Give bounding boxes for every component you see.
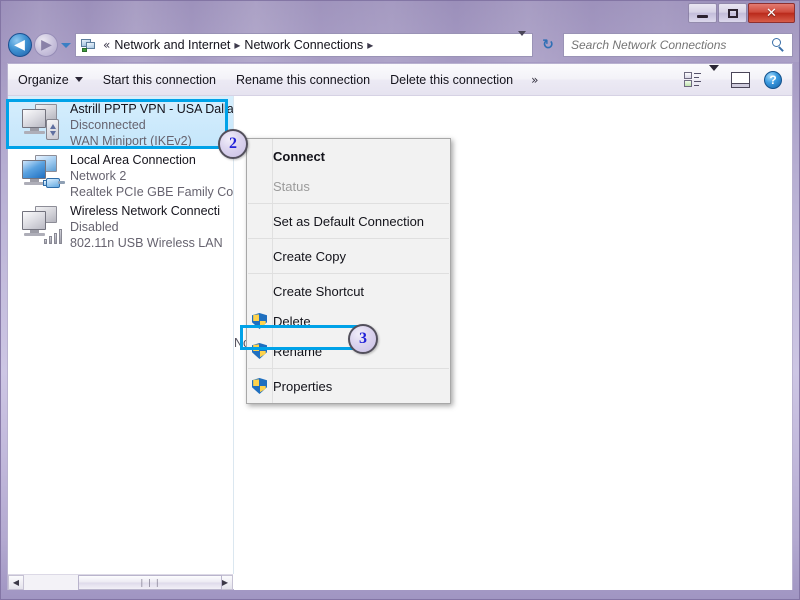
right-arrow-icon: ▶ — [221, 578, 229, 587]
search-icon[interactable] — [772, 38, 786, 52]
context-menu[interactable]: Connect Status Set as Default Connection… — [246, 138, 451, 404]
annotation-badge-3: 3 — [348, 324, 378, 354]
refresh-icon: ↻ — [542, 37, 554, 53]
back-button[interactable]: ◀ — [8, 33, 32, 57]
minimize-button[interactable] — [688, 3, 717, 23]
recent-locations-button[interactable] — [60, 40, 71, 51]
command-toolbar: Organize Start this connection Rename th… — [8, 64, 792, 96]
lan-connection-icon — [16, 151, 66, 196]
breadcrumb-item-network-and-internet[interactable]: Network and Internet — [114, 38, 230, 52]
menu-item-create-shortcut[interactable]: Create Shortcut — [247, 276, 450, 306]
delete-connection-button[interactable]: Delete this connection — [380, 68, 523, 92]
start-connection-button[interactable]: Start this connection — [93, 68, 226, 92]
close-icon: ✕ — [766, 5, 777, 21]
menu-item-delete-label: Delete — [273, 313, 311, 329]
left-arrow-icon: ◀ — [12, 578, 20, 587]
change-view-dropdown-button[interactable] — [709, 64, 719, 89]
menu-item-properties-label: Properties — [273, 378, 333, 394]
chevron-down-icon — [518, 31, 526, 53]
breadcrumb: « Network and Internet ▸ Network Connect… — [99, 38, 377, 52]
list-item[interactable]: Astrill PPTP VPN - USA Dalla Disconnecte… — [8, 96, 233, 149]
toolbar-right-group: ? — [684, 64, 792, 89]
signal-bars-overlay-icon — [44, 224, 66, 244]
list-item[interactable]: Local Area Connection Network 2 Realtek … — [8, 147, 233, 200]
breadcrumb-separator[interactable]: ▸ — [230, 39, 244, 51]
connection-status: Disconnected — [70, 118, 146, 132]
breadcrumb-separator-end[interactable]: ▸ — [363, 39, 377, 51]
menu-item-rename-label: Rename — [273, 343, 323, 359]
organize-label: Organize — [18, 72, 69, 87]
menu-separator — [248, 203, 449, 204]
search-input[interactable] — [571, 38, 772, 52]
back-arrow-icon: ◀ — [14, 37, 25, 53]
breadcrumb-item-network-connections[interactable]: Network Connections — [244, 38, 363, 52]
toolbar-overflow-button[interactable]: » — [523, 73, 546, 87]
connection-status: Disabled — [70, 220, 119, 234]
ethernet-plug-overlay-icon — [43, 173, 65, 193]
connection-name: Local Area Connection — [70, 153, 196, 167]
minimize-icon — [697, 14, 708, 18]
menu-item-create-copy[interactable]: Create Copy — [247, 241, 450, 271]
forward-arrow-icon: ▶ — [41, 37, 52, 53]
search-box[interactable] — [563, 33, 793, 57]
preview-pane-icon[interactable] — [731, 71, 750, 88]
menu-item-status: Status — [273, 178, 310, 194]
connection-name: Astrill PPTP VPN - USA Dalla — [70, 102, 233, 116]
connection-status: Network 2 — [70, 169, 127, 183]
scrollbar-track[interactable]: ❘❘❘ — [24, 575, 222, 590]
help-glyph: ? — [769, 72, 777, 87]
maximize-button[interactable] — [718, 3, 747, 23]
maximize-icon — [727, 8, 738, 18]
scrollbar-grip-icon: ❘❘❘ — [138, 578, 162, 587]
breadcrumb-leading-separator: « — [103, 38, 111, 52]
chevron-down-icon — [60, 43, 71, 48]
list-item-text: Wireless Network Connecti Disabled 802.1… — [70, 202, 223, 251]
menu-item-connect[interactable]: Connect — [247, 141, 450, 171]
refresh-button[interactable]: ↻ — [538, 35, 558, 55]
address-input[interactable]: « Network and Internet ▸ Network Connect… — [75, 31, 533, 57]
uac-shield-icon — [252, 378, 267, 394]
connection-device: 802.11n USB Wireless LAN — [70, 236, 223, 250]
organize-button[interactable]: Organize — [8, 68, 93, 92]
uac-shield-icon — [252, 343, 267, 359]
window-controls: ✕ — [687, 3, 795, 23]
forward-button[interactable]: ▶ — [34, 33, 58, 57]
connection-name: Wireless Network Connecti — [70, 204, 221, 218]
menu-separator — [248, 273, 449, 274]
change-view-icon[interactable] — [684, 71, 701, 88]
annotation-badge-2: 2 — [218, 129, 248, 159]
horizontal-scrollbar[interactable]: ◀ ❘❘❘ ▶ — [8, 574, 233, 590]
address-dropdown-button[interactable] — [518, 31, 526, 54]
rename-connection-button[interactable]: Rename this connection — [226, 68, 380, 92]
scrollbar-thumb[interactable]: ❘❘❘ — [78, 575, 222, 590]
menu-item-set-as-default-connection[interactable]: Set as Default Connection — [247, 206, 450, 236]
uac-shield-icon — [252, 313, 267, 329]
title-bar: ✕ — [0, 0, 800, 28]
menu-item-properties[interactable]: Properties — [247, 371, 450, 401]
wireless-connection-icon — [16, 202, 66, 247]
list-item[interactable]: Wireless Network Connecti Disabled 802.1… — [8, 198, 233, 251]
list-item-text: Local Area Connection Network 2 Realtek … — [70, 151, 233, 200]
wan-miniport-overlay-icon — [44, 116, 62, 142]
menu-separator — [248, 238, 449, 239]
network-folder-icon — [80, 37, 96, 53]
scroll-left-button[interactable]: ◀ — [8, 575, 24, 590]
vpn-connection-icon — [16, 100, 66, 145]
close-button[interactable]: ✕ — [748, 3, 795, 23]
menu-separator — [248, 368, 449, 369]
chevron-down-icon — [709, 64, 719, 88]
help-icon[interactable]: ? — [764, 70, 782, 89]
address-bar-row: ◀ ▶ « Network and Internet ▸ Network Con… — [0, 28, 800, 62]
chevron-down-icon — [74, 77, 83, 82]
explorer-window: ✕ ◀ ▶ « Network and Internet ▸ Network C… — [0, 0, 800, 600]
connections-list[interactable]: Astrill PPTP VPN - USA Dalla Disconnecte… — [8, 96, 233, 574]
list-item-text: Astrill PPTP VPN - USA Dalla Disconnecte… — [70, 100, 233, 149]
